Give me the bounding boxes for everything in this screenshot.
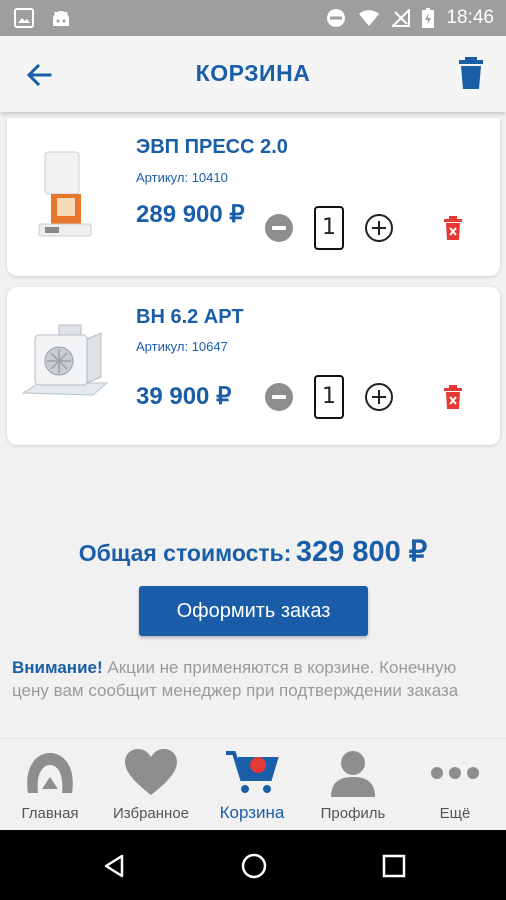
gallery-icon bbox=[14, 8, 34, 28]
quantity-decrease-button[interactable] bbox=[265, 383, 293, 411]
heart-icon bbox=[125, 749, 177, 795]
quantity-field[interactable]: 1 bbox=[314, 206, 344, 250]
bottom-nav: Главная Избранное Корзина Профиль Ещё bbox=[0, 738, 506, 830]
nav-item-favorites[interactable]: Избранное bbox=[101, 739, 201, 831]
product-price: 39 900 ₽ bbox=[136, 383, 232, 410]
nav-label: Избранное bbox=[112, 805, 190, 822]
quantity-field[interactable]: 1 bbox=[314, 375, 344, 419]
back-triangle-icon[interactable] bbox=[102, 854, 126, 878]
more-dots-icon bbox=[431, 767, 479, 779]
status-bar: 18:46 bbox=[0, 0, 506, 36]
product-name[interactable]: ВН 6.2 АРТ bbox=[136, 306, 244, 329]
dnd-icon bbox=[327, 9, 346, 27]
home-circle-icon[interactable] bbox=[240, 852, 268, 880]
product-sku: Артикул: 10410 bbox=[136, 170, 228, 185]
product-image-press bbox=[38, 151, 92, 237]
product-sku: Артикул: 10647 bbox=[136, 339, 228, 354]
product-image-vacuum bbox=[21, 324, 109, 396]
product-name[interactable]: ЭВП ПРЕСС 2.0 bbox=[136, 136, 288, 159]
nav-label: Главная bbox=[21, 805, 79, 822]
quantity-decrease-button[interactable] bbox=[265, 214, 293, 242]
notice-text: Внимание! Акции не применяются в корзине… bbox=[12, 656, 496, 702]
notice-bold: Внимание! bbox=[12, 658, 103, 677]
total-value: 329 800 ₽ bbox=[295, 536, 428, 568]
checkout-button[interactable]: Оформить заказ bbox=[139, 586, 368, 636]
nav-label: Профиль bbox=[320, 805, 386, 822]
total-cost: Общая стоимость: 329 800 ₽ bbox=[0, 534, 506, 569]
nav-label: Корзина bbox=[219, 803, 285, 822]
delete-item-icon[interactable] bbox=[443, 385, 463, 409]
page-title: КОРЗИНА bbox=[195, 60, 311, 86]
app-bar: КОРЗИНА bbox=[0, 36, 506, 112]
total-label: Общая стоимость: bbox=[78, 540, 292, 566]
person-icon bbox=[331, 751, 375, 797]
product-price: 289 900 ₽ bbox=[136, 201, 245, 228]
nav-item-home[interactable]: Главная bbox=[0, 739, 100, 831]
nav-item-profile[interactable]: Профиль bbox=[303, 739, 403, 831]
home-logo-icon bbox=[27, 753, 73, 793]
no-signal-icon bbox=[392, 9, 411, 27]
cart-icon bbox=[226, 751, 279, 793]
cart-item: ВН 6.2 АРТ Артикул: 10647 39 900 ₽ 1 bbox=[7, 287, 500, 445]
quantity-increase-button[interactable] bbox=[365, 383, 393, 411]
nav-item-more[interactable]: Ещё bbox=[405, 739, 505, 831]
battery-charging-icon bbox=[422, 8, 435, 28]
nav-label: Ещё bbox=[439, 805, 471, 822]
system-nav-bar bbox=[0, 830, 506, 900]
delete-item-icon[interactable] bbox=[443, 216, 463, 240]
recents-square-icon[interactable] bbox=[382, 854, 406, 878]
cart-item: ЭВП ПРЕСС 2.0 Артикул: 10410 289 900 ₽ 1 bbox=[7, 118, 500, 276]
quantity-increase-button[interactable] bbox=[365, 214, 393, 242]
trash-icon[interactable] bbox=[456, 56, 486, 90]
android-icon bbox=[53, 11, 69, 26]
status-time: 18:46 bbox=[446, 7, 494, 28]
nav-item-cart[interactable]: Корзина bbox=[202, 739, 302, 831]
wifi-icon bbox=[359, 10, 380, 26]
